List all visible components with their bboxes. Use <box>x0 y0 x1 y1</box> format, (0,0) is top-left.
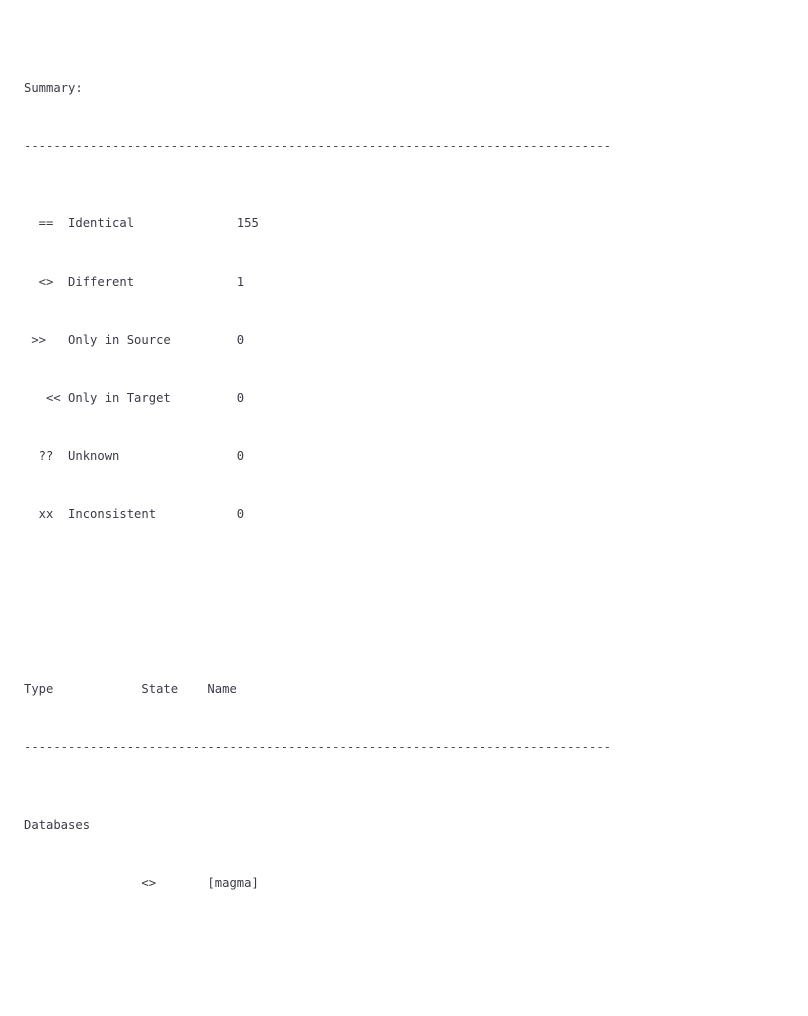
summary-row-different: <> Different 1 <box>24 274 245 289</box>
summary-row-only-in-source: >> Only in Source 0 <box>24 332 245 347</box>
object-table-header: Type State Name <box>24 682 237 697</box>
summary-separator: ----------------------------------------… <box>24 138 611 153</box>
console-output-pane[interactable]: Summary: -------------------------------… <box>0 0 808 890</box>
object-table-group-databases: Databases <box>24 817 91 832</box>
summary-heading: Summary: <box>24 80 83 95</box>
summary-row-inconsistent: xx Inconsistent 0 <box>24 507 245 522</box>
table-row[interactable]: <> [magma] <box>24 874 808 893</box>
object-table-separator: ----------------------------------------… <box>24 740 611 755</box>
summary-row-unknown: ?? Unknown 0 <box>24 449 245 464</box>
summary-row-only-in-target: << Only in Target 0 <box>24 391 245 406</box>
summary-row-identical: == Identical 155 <box>24 216 259 231</box>
